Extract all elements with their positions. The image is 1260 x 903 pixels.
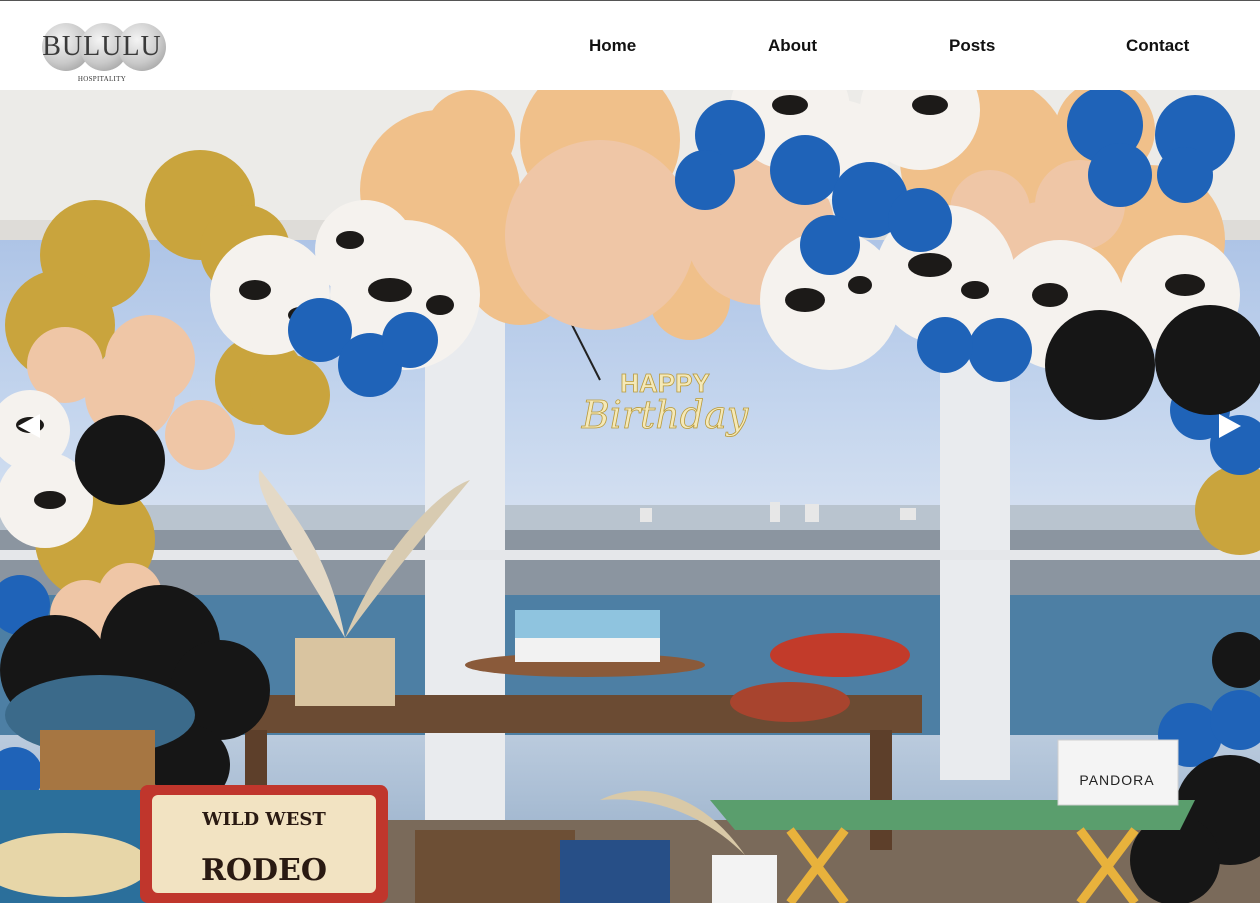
pandora-bag-text: PANDORA: [1079, 772, 1154, 788]
slide-prev-icon[interactable]: [18, 414, 40, 438]
logo-tagline: HOSPITALITY: [77, 75, 127, 83]
nav-home-link[interactable]: Home: [589, 36, 636, 56]
nav-contact-link[interactable]: Contact: [1126, 36, 1189, 56]
hero-image: HAPPY Birthday WILD WEST RODEO PANDORA: [0, 90, 1260, 903]
banner-wildwest-text: WILD WEST: [201, 809, 326, 830]
sign-birthday-text: Birthday: [581, 393, 749, 437]
nav-posts-link[interactable]: Posts: [949, 36, 995, 56]
site-header: BULULU HOSPITALITY Home About Posts Cont…: [0, 0, 1260, 90]
brand-logo[interactable]: BULULU HOSPITALITY: [40, 21, 166, 85]
logo-wordmark: BULULU: [42, 31, 162, 62]
slide-next-icon[interactable]: [1219, 414, 1241, 438]
hero-slideshow: HAPPY Birthday WILD WEST RODEO PANDORA: [0, 90, 1260, 903]
nav-about-link[interactable]: About: [768, 36, 817, 56]
banner-rodeo-text: RODEO: [201, 853, 327, 888]
